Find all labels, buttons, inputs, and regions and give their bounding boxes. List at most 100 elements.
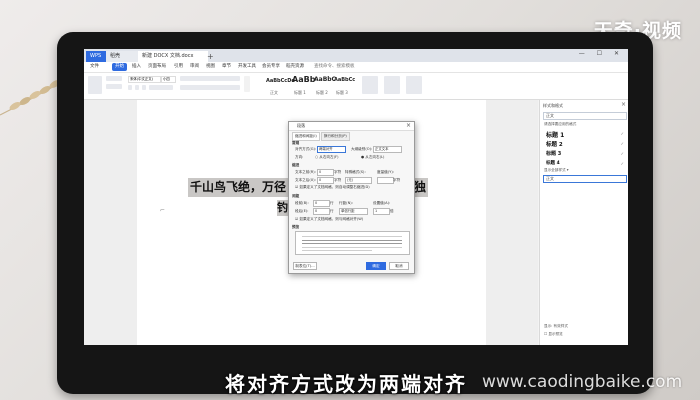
menu-file[interactable]: 文件	[90, 62, 99, 72]
style-label-h2: 标题 2	[316, 90, 328, 95]
section-spacing: 间距	[292, 194, 300, 198]
section-preview: 预览	[292, 225, 300, 229]
menu-insert[interactable]: 插入	[132, 62, 141, 72]
grid-indent-check-label: 如果定义了文档网格，则自动调整右缩进(D)	[299, 185, 370, 189]
underline-button[interactable]	[142, 85, 146, 90]
menu-reference[interactable]: 引用	[174, 62, 183, 72]
outline-level-label: 大纲级别(O):	[351, 147, 373, 151]
style-item-h4[interactable]: 标题 4	[546, 160, 560, 166]
bold-button[interactable]	[128, 85, 132, 90]
copy-button[interactable]	[106, 84, 122, 89]
measure-label: 度量值(Y):	[377, 170, 394, 174]
paragraph-preview	[295, 231, 410, 255]
ribbon-toolbar: 宋体(中文正文) 小四 AaBbCcDd AaBb AaBbC AaBbCc 正…	[84, 73, 628, 100]
find-replace-button[interactable]	[384, 76, 400, 94]
text-tools-button[interactable]	[362, 76, 378, 94]
indent-after-unit: 字符	[334, 178, 342, 182]
menu-review[interactable]: 审阅	[190, 62, 199, 72]
style-sample-h1[interactable]: AaBb	[292, 75, 315, 84]
space-before-unit: 行	[330, 201, 334, 205]
font-size-select[interactable]: 小四	[161, 76, 176, 83]
measure-input[interactable]	[377, 177, 394, 184]
dialog-tabs: 缩进和间距(I) 换行和分页(P)	[292, 132, 351, 141]
space-after-input[interactable]: 0	[313, 208, 330, 215]
select-button[interactable]	[406, 76, 422, 94]
direction-ltr-radio[interactable]: ● 从左向右(L)	[361, 155, 384, 160]
style-label-h3: 标题 3	[336, 90, 348, 95]
tab-daoke[interactable]: 稻壳	[106, 51, 140, 62]
outline-level-select[interactable]: 正文文本	[373, 146, 402, 153]
indent-after-label: 文本之后(X):	[295, 178, 316, 182]
menu-layout[interactable]: 页面布局	[148, 62, 166, 72]
panel-footer-preview-label: 显示预览	[548, 332, 563, 336]
styles-panel: 样式和格式 × 正文 请选择要应用的格式 标题 1 标题 2 标题 3 标题 4…	[539, 100, 628, 345]
style-item-h4-label: 标题 4	[546, 161, 560, 166]
style-item-h3[interactable]: 标题 3	[546, 150, 561, 157]
check-icon: ✓	[620, 151, 624, 156]
font-color-buttons[interactable]	[149, 85, 173, 90]
direction-ltr-label: 从左向右(L)	[365, 155, 385, 159]
indent-before-input[interactable]: 0	[317, 169, 334, 176]
style-sample-h2[interactable]: AaBbC	[314, 76, 336, 83]
alignment-select[interactable]: 两端对齐	[317, 146, 346, 153]
tab-document[interactable]: 新建 DOCX 文档.docx	[138, 51, 208, 62]
line-1-text: 千山鸟飞绝，万径	[190, 180, 287, 194]
show-all-styles[interactable]: 显示全部样式 ▾	[544, 168, 569, 173]
paste-button[interactable]	[88, 76, 102, 94]
tab-line-page-breaks[interactable]: 换行和分页(P)	[320, 132, 350, 141]
menu-home[interactable]: 开始	[112, 63, 127, 71]
panel-close-icon[interactable]: ×	[621, 101, 626, 108]
italic-button[interactable]	[135, 85, 139, 90]
style-item-h1[interactable]: 标题 1	[546, 130, 564, 139]
dialog-close-icon[interactable]: ×	[406, 122, 411, 129]
style-sample-normal[interactable]: AaBbCcDd	[266, 78, 295, 84]
dialog-title-bar[interactable]: 段落 ×	[289, 122, 414, 131]
menu-resources[interactable]: 稻壳资源	[286, 62, 304, 72]
preview-line	[302, 250, 372, 251]
line-1-end: 独	[414, 180, 427, 194]
style-item-h3-label: 标题 3	[546, 151, 562, 157]
direction-label: 方向:	[295, 155, 304, 159]
cut-button[interactable]	[106, 76, 122, 81]
text-cursor-marker: ⌐	[160, 207, 166, 214]
setting-input[interactable]: 1	[373, 208, 390, 215]
list-buttons[interactable]	[180, 76, 240, 81]
space-after-unit: 行	[330, 209, 334, 213]
style-sample-h3[interactable]: AaBbCc	[334, 77, 355, 83]
grid-indent-checkbox[interactable]: ☑ 如果定义了文档网格，则自动调整右缩进(D)	[295, 185, 370, 190]
menu-member[interactable]: 会员专享	[262, 62, 280, 72]
ok-button[interactable]: 确定	[366, 262, 386, 270]
current-style-box[interactable]: 正文	[543, 112, 627, 120]
font-name-select[interactable]: 宋体(中文正文)	[128, 76, 161, 83]
line-spacing-select[interactable]: 单倍行距	[339, 208, 368, 215]
cancel-button[interactable]: 取消	[389, 262, 409, 270]
indent-after-input[interactable]: 0	[317, 177, 334, 184]
space-before-input[interactable]: 0	[313, 200, 330, 207]
menu-developer[interactable]: 开发工具	[238, 62, 256, 72]
menu-chapter[interactable]: 章节	[222, 62, 231, 72]
selected-style-box[interactable]: 正文	[543, 175, 627, 183]
command-search[interactable]: 查找命令、搜索模板	[314, 62, 355, 72]
direction-rtl-radio[interactable]: ○ 从右向左(F)	[315, 155, 339, 160]
grid-align-checkbox[interactable]: ☑ 如果定义了文档网格，则与网格对齐(W)	[295, 217, 363, 222]
panel-footer-show[interactable]: 显示: 有效样式	[544, 324, 568, 329]
dialog-title: 段落	[297, 123, 305, 128]
window-controls[interactable]: — ☐ ✕	[579, 50, 624, 57]
alignment-buttons[interactable]	[180, 85, 240, 90]
panel-footer-preview[interactable]: ☐ 显示预览	[544, 332, 563, 337]
space-before-label: 段前(B):	[295, 201, 309, 205]
new-tab-button[interactable]: +	[203, 51, 218, 62]
menu-bar: 文件 开始 插入 页面布局 引用 审阅 视图 章节 开发工具 会员专享 稻壳资源…	[84, 62, 628, 73]
menu-view[interactable]: 视图	[206, 62, 215, 72]
preview-line	[302, 240, 402, 241]
panel-title: 样式和格式	[543, 103, 563, 108]
video-subtitle: 将对齐方式改为两端对齐	[225, 372, 467, 396]
tab-indent-spacing[interactable]: 缩进和间距(I)	[292, 132, 320, 141]
measure-unit: 字符	[393, 178, 401, 182]
special-format-select[interactable]: (无)	[345, 177, 372, 184]
check-icon: ✓	[620, 161, 624, 166]
setting-unit: 倍	[390, 209, 394, 213]
tabs-button[interactable]: 制表位(T)...	[293, 262, 317, 270]
style-item-h2[interactable]: 标题 2	[546, 140, 563, 148]
space-after-label: 段后(E):	[295, 209, 309, 213]
